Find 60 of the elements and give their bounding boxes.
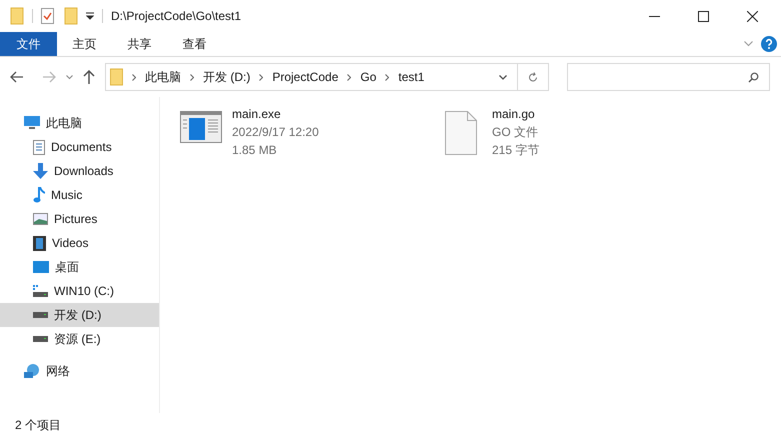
sidebar-item[interactable]: 网络 [0,359,159,383]
file-detail: 2022/9/17 12:20 [232,124,319,141]
chevron-right-icon [347,74,352,80]
address-bar[interactable]: 此电脑 开发 (D:) ProjectCode Go test1 [105,63,549,91]
sidebar-item[interactable]: 桌面 [0,255,159,279]
up-arrow-icon[interactable] [83,70,95,84]
sidebar-item[interactable]: Videos [0,231,159,255]
sidebar-item[interactable]: Music [0,183,159,207]
maximize-icon[interactable] [698,10,709,22]
chevron-down-icon[interactable] [66,74,73,80]
back-arrow-icon[interactable] [10,71,24,83]
help-icon[interactable] [761,36,777,52]
monitor-icon [24,116,40,130]
breadcrumb[interactable]: test1 [398,68,424,86]
breadcrumb[interactable]: ProjectCode [272,68,338,86]
file-name: main.exe [232,106,282,123]
window-title: D:\ProjectCode\Go\test1 [111,8,242,25]
sidebar-item[interactable]: 此电脑 [0,111,159,135]
breadcrumb[interactable]: 开发 (D:) [203,68,250,86]
item-count: 2 个项目 [15,417,62,434]
close-icon[interactable] [747,10,758,22]
breadcrumb[interactable]: 此电脑 [145,68,181,86]
sidebar-item[interactable]: 资源 (E:) [0,327,159,351]
down-arrow-icon [33,163,48,179]
file-detail: 1.85 MB [232,142,278,159]
music-note-icon [33,187,45,203]
ribbon-tab[interactable]: 主页 [57,32,112,56]
folder-icon [110,68,123,86]
file-name: main.go [492,106,536,123]
chevron-right-icon [190,74,194,80]
chevron-right-icon [132,74,136,80]
sidebar-item[interactable]: Pictures [0,207,159,231]
document-icon [33,140,45,154]
sidebar-item[interactable]: 开发 (D:) [0,303,159,327]
search-icon [748,72,759,82]
file-detail: 215 字节 [492,142,540,159]
sidebar-item[interactable]: Downloads [0,159,159,183]
film-icon [33,236,46,250]
breadcrumb[interactable]: Go [360,68,376,86]
picture-icon [33,213,48,225]
properties-icon[interactable] [41,7,54,25]
drive-icon [33,312,48,318]
globe-icon [24,363,40,379]
drive-icon [33,285,48,297]
refresh-icon[interactable] [528,72,538,82]
desktop-icon [33,261,49,273]
file-detail: GO 文件 [492,124,540,141]
chevron-right-icon [385,74,390,80]
dropdown-icon[interactable] [86,12,94,20]
search-field[interactable] [567,63,770,91]
sidebar-item[interactable]: WIN10 (C:) [0,279,159,303]
drive-icon [33,336,48,342]
chevron-down-icon[interactable] [499,74,507,80]
application-window-icon [180,111,222,143]
ribbon-tab[interactable]: 文件 [0,32,57,56]
sidebar-item[interactable]: Documents [0,135,159,159]
chevron-right-icon [259,74,264,80]
ribbon-tab[interactable]: 查看 [167,32,222,56]
ribbon-tab[interactable]: 共享 [112,32,167,56]
blank-file-icon [445,111,477,155]
